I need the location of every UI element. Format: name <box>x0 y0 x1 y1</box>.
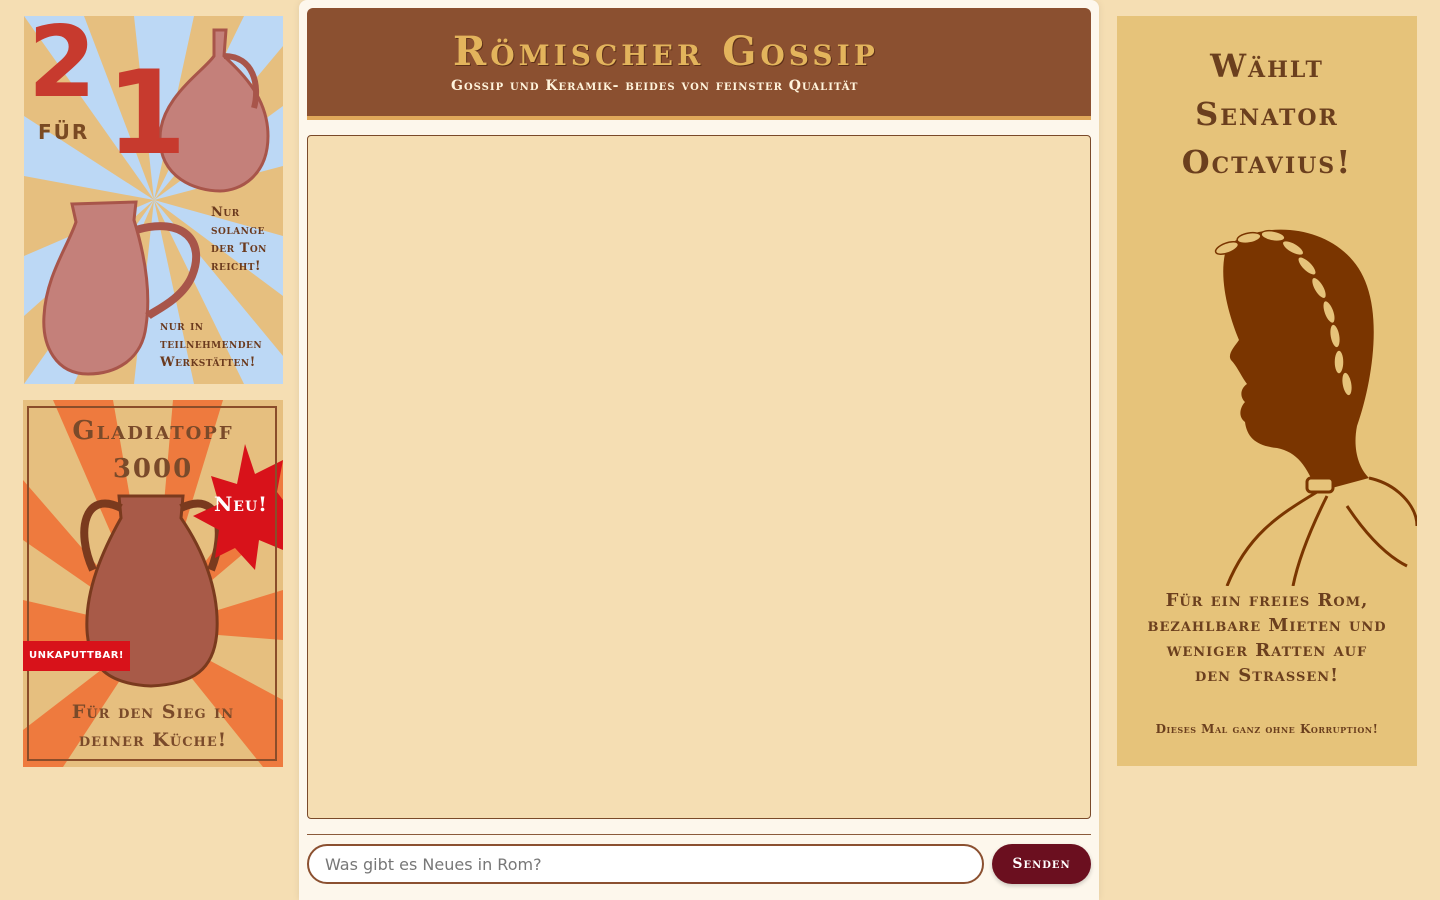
ad-offer-line: reicht! <box>211 259 262 274</box>
senator-slogan-line: den Strassen! <box>1194 665 1340 686</box>
main-panel: Römischer Gossip Gossip und Keramik- bei… <box>299 0 1099 900</box>
senator-title-line: Senator <box>1195 95 1339 133</box>
message-input[interactable] <box>307 844 984 884</box>
ad-big-one: 1 <box>106 46 187 181</box>
senator-slogan-line: Für ein freies Rom, <box>1165 590 1369 611</box>
ad-gladiatopf[interactable]: Gladiatopf 3000 Neu! UNKAPUTTBAR! Für de… <box>23 400 283 767</box>
ad-fuer-label: FÜR <box>38 120 90 144</box>
gladiatopf-slogan-line: deiner Küche! <box>78 729 228 751</box>
senator-title-line: Wählt <box>1210 47 1324 85</box>
gladiatopf-title: Gladiatopf 3000 <box>23 412 283 488</box>
site-subtitle: Gossip und Keramik- beides von feinster … <box>451 78 859 94</box>
ad-offer-text: Nur solange der Ton reicht! <box>211 204 267 276</box>
senator-portrait-icon <box>1214 229 1417 586</box>
senator-title: Wählt Senator Octavius! <box>1117 42 1417 186</box>
gladiatopf-slogan-line: Für den Sieg in <box>71 701 235 723</box>
composer-divider <box>307 834 1091 835</box>
senator-slogan-line: bezahlbare Mieten und <box>1147 615 1387 636</box>
ad-store-line: nur in <box>160 319 204 334</box>
page: 2 1 FÜR Nur solange der Ton reicht! nur … <box>0 0 1440 900</box>
senator-title-line: Octavius! <box>1181 143 1353 181</box>
site-header: Römischer Gossip Gossip und Keramik- bei… <box>307 8 1091 120</box>
jug-icon <box>42 200 150 376</box>
ad-store-line: Werkstätten! <box>160 355 256 370</box>
gladiatopf-title-line: Gladiatopf <box>72 416 234 446</box>
unkaputtbar-ribbon: UNKAPUTTBAR! <box>23 641 130 671</box>
ad-offer-line: Nur <box>211 205 240 220</box>
ad-offer-line: solange <box>211 223 265 238</box>
ad-store-line: teilnehmenden <box>160 337 263 352</box>
gladiatopf-title-line: 3000 <box>112 454 194 484</box>
gladiatopf-slogan: Für den Sieg in deiner Küche! <box>23 698 283 754</box>
ad-store-text: nur in teilnehmenden Werkstätten! <box>160 318 262 372</box>
senator-slogan-line: weniger Ratten auf <box>1166 640 1368 661</box>
site-title: Römischer Gossip <box>453 28 879 75</box>
message-feed[interactable] <box>307 135 1091 819</box>
send-button[interactable]: Senden <box>992 844 1091 884</box>
ad-senator-octavius[interactable]: Wählt Senator Octavius! Für ein freies R… <box>1117 16 1417 766</box>
senator-slogan: Für ein freies Rom, bezahlbare Mieten un… <box>1117 588 1417 688</box>
senator-footer: Dieses Mal ganz ohne Korruption! <box>1155 722 1379 736</box>
ad-offer-line: der Ton <box>211 241 267 256</box>
ad-big-two: 2 <box>28 16 96 120</box>
neu-badge-label: Neu! <box>214 492 268 516</box>
ad-2-fuer-1[interactable]: 2 1 FÜR Nur solange der Ton reicht! nur … <box>24 16 283 384</box>
